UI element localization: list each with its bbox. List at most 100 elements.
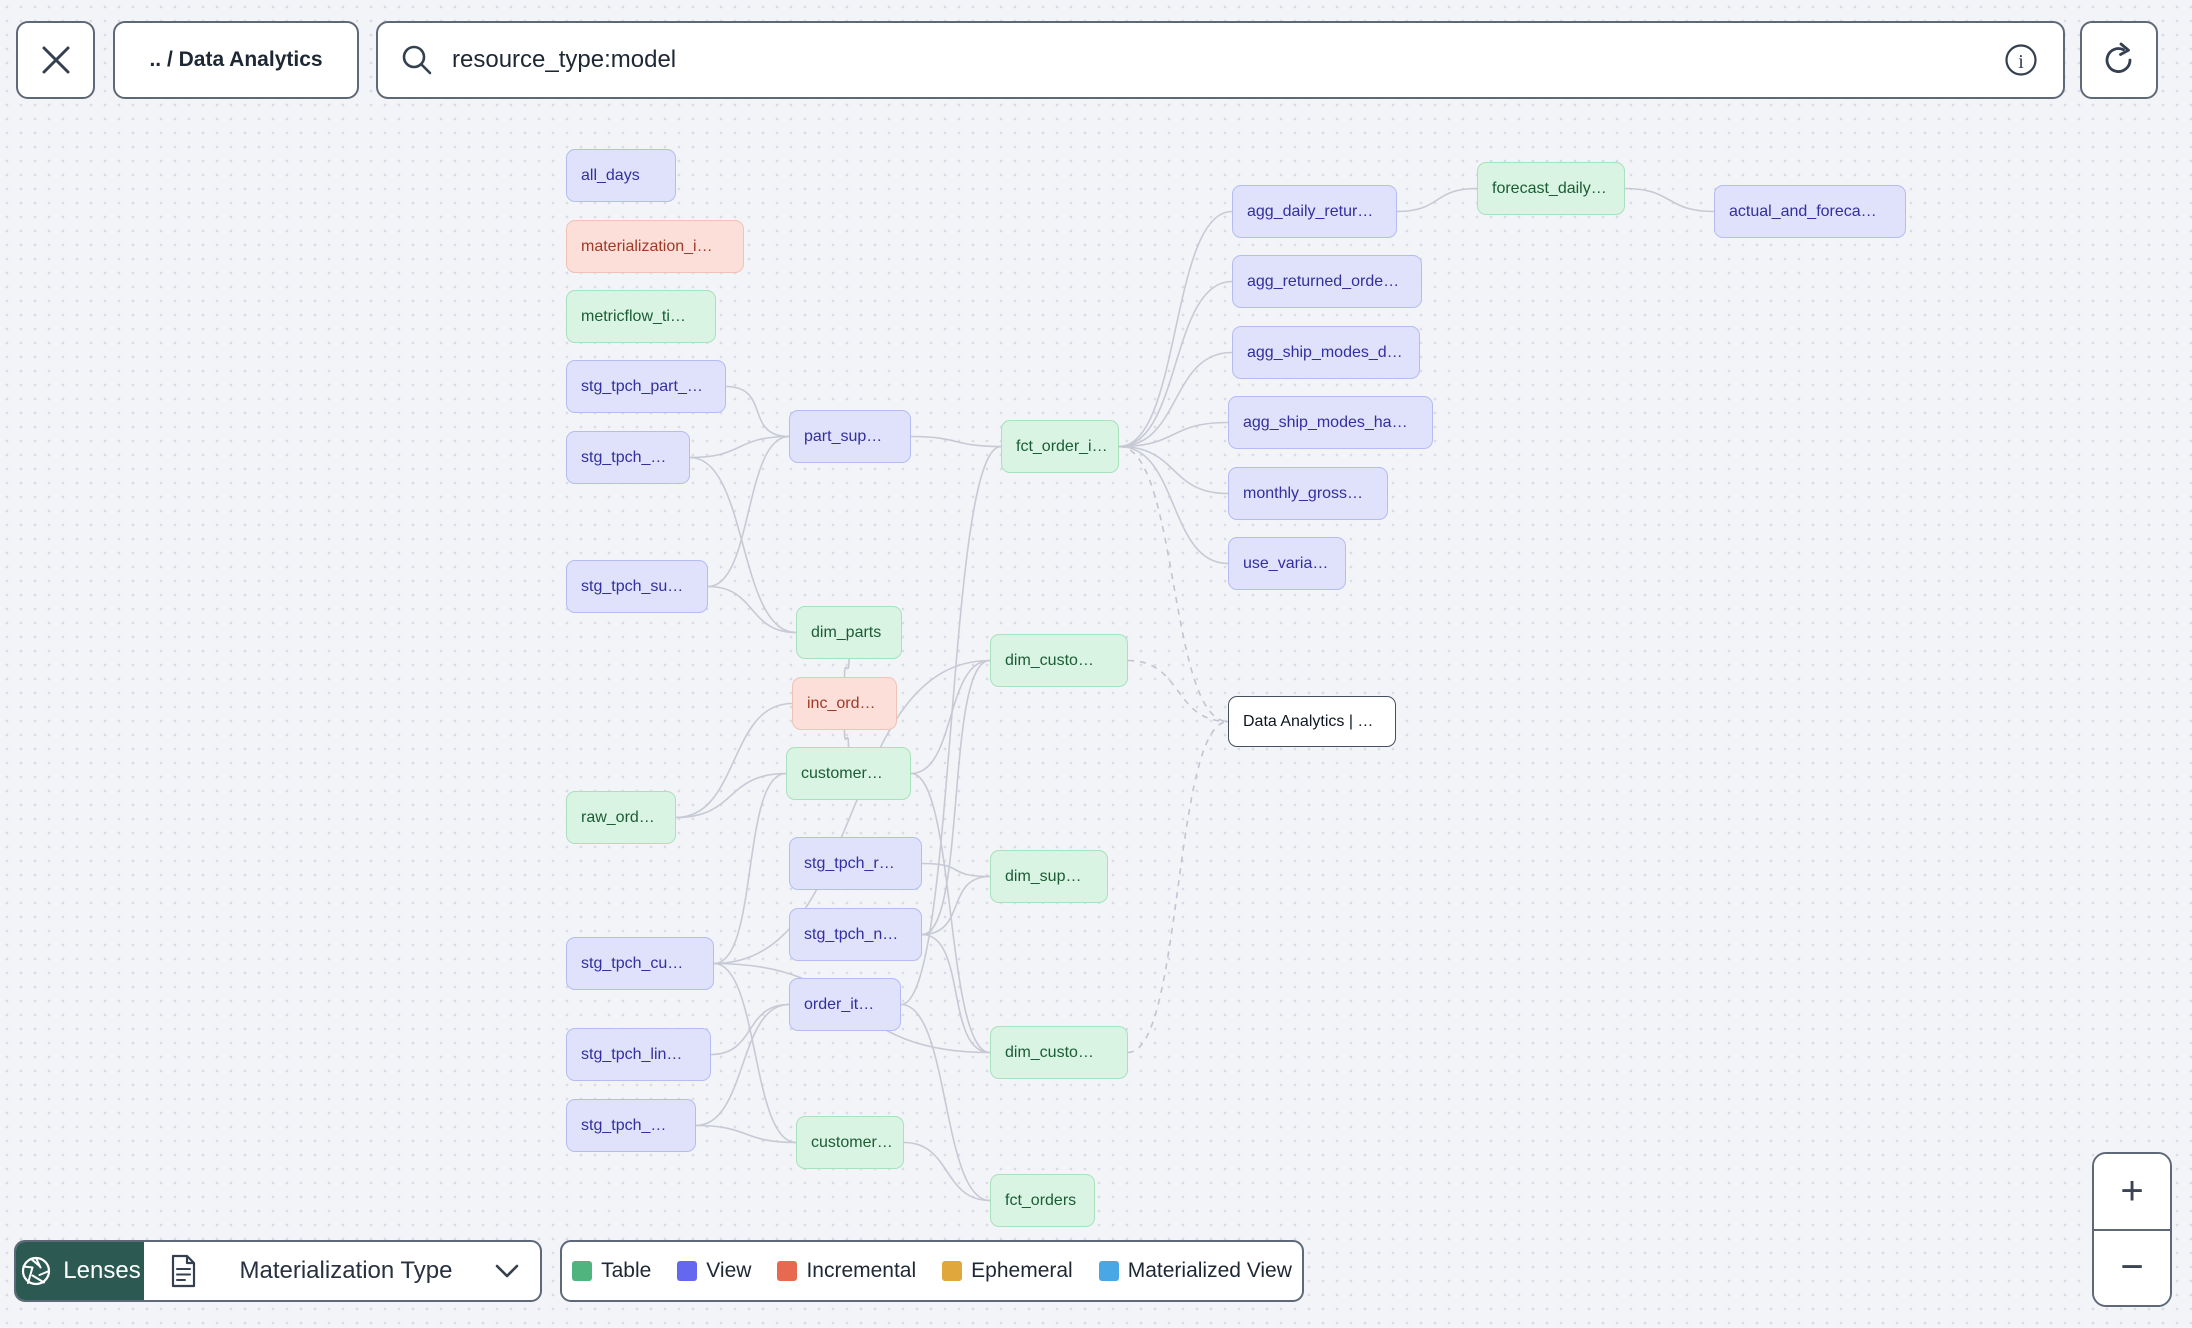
lenses-control: Lenses Materialization Type bbox=[14, 1240, 542, 1302]
graph-node-forecast_daily[interactable]: forecast_daily… bbox=[1477, 162, 1625, 215]
graph-node-stg_tpch_n[interactable]: stg_tpch_n… bbox=[789, 908, 922, 961]
legend-swatch bbox=[942, 1261, 963, 1281]
breadcrumb-label: .. / Data Analytics bbox=[149, 48, 323, 71]
zoom-controls: + − bbox=[2092, 1152, 2172, 1307]
graph-node-label: stg_tpch_… bbox=[581, 1116, 667, 1134]
legend-item-view: View bbox=[677, 1259, 751, 1283]
edge-stg_tpch_su-to-dim_parts bbox=[707, 585, 797, 634]
edge-stg_tpch_part-to-part_sup bbox=[725, 385, 790, 438]
info-icon[interactable]: i bbox=[2001, 40, 2041, 80]
edge-fct_order_i-to-agg_ship_ha bbox=[1118, 421, 1229, 448]
edge-stg_tpch_a-to-part_sup bbox=[689, 435, 790, 459]
graph-node-label: stg_tpch_cu… bbox=[581, 954, 684, 972]
graph-node-stg_tpch_r[interactable]: stg_tpch_r… bbox=[789, 837, 922, 890]
legend-label: Ephemeral bbox=[971, 1259, 1073, 1282]
legend-swatch bbox=[1098, 1261, 1119, 1281]
graph-node-label: customer… bbox=[811, 1133, 893, 1151]
graph-node-metricflow_ti[interactable]: metricflow_ti… bbox=[566, 290, 716, 343]
graph-node-stg_tpch_part[interactable]: stg_tpch_part_… bbox=[566, 360, 726, 413]
graph-node-label: Data Analytics | … bbox=[1243, 712, 1374, 730]
graph-node-raw_ord[interactable]: raw_ord… bbox=[566, 791, 676, 844]
graph-node-label: all_days bbox=[581, 166, 640, 184]
graph-node-label: order_it… bbox=[804, 995, 875, 1013]
graph-node-inc_ord[interactable]: inc_ord… bbox=[792, 677, 897, 730]
legend-swatch bbox=[572, 1261, 593, 1281]
graph-node-label: metricflow_ti… bbox=[581, 307, 686, 325]
graph-node-customer_mid[interactable]: customer… bbox=[786, 747, 911, 800]
graph-node-monthly_gross[interactable]: monthly_gross… bbox=[1228, 467, 1388, 520]
graph-node-stg_tpch_a[interactable]: stg_tpch_… bbox=[566, 431, 690, 484]
graph-node-stg_tpch_lin[interactable]: stg_tpch_lin… bbox=[566, 1028, 711, 1081]
graph-node-agg_ship_d[interactable]: agg_ship_modes_d… bbox=[1232, 326, 1420, 379]
edge-fct_order_i-to-agg_returned bbox=[1118, 280, 1233, 448]
chevron-down-icon bbox=[495, 1264, 519, 1278]
lens-selector-value: Materialization Type bbox=[239, 1257, 453, 1284]
legend-label: Table bbox=[601, 1259, 652, 1282]
graph-node-dim_custo_bot[interactable]: dim_custo… bbox=[990, 1026, 1128, 1079]
graph-node-label: stg_tpch_r… bbox=[804, 854, 895, 872]
edge-part_sup-to-fct_order_i bbox=[910, 435, 1002, 448]
zoom-out-button[interactable]: − bbox=[2094, 1230, 2170, 1305]
close-icon bbox=[42, 46, 69, 74]
graph-node-all_days[interactable]: all_days bbox=[566, 149, 676, 202]
graph-node-fct_order_i[interactable]: fct_order_i… bbox=[1001, 420, 1119, 473]
graph-node-materialization_i[interactable]: materialization_i… bbox=[566, 220, 744, 273]
graph-node-use_varia[interactable]: use_varia… bbox=[1228, 537, 1346, 590]
graph-node-label: inc_ord… bbox=[807, 694, 876, 712]
search-bar[interactable]: i bbox=[376, 21, 2065, 99]
close-button[interactable] bbox=[16, 21, 95, 99]
breadcrumb[interactable]: .. / Data Analytics bbox=[113, 21, 359, 99]
graph-node-label: customer… bbox=[801, 764, 883, 782]
graph-node-dim_parts[interactable]: dim_parts bbox=[796, 606, 902, 659]
graph-node-label: agg_returned_orde… bbox=[1247, 272, 1400, 290]
lineage-canvas[interactable]: all_days materialization_i… metricflow_ti…… bbox=[0, 0, 2192, 1328]
graph-node-label: stg_tpch_n… bbox=[804, 925, 899, 943]
edge-fct_order_i-to-agg_daily bbox=[1118, 210, 1233, 448]
edge-fct_order_i-to-data_analytics bbox=[1118, 445, 1229, 723]
legend-item-incremental: Incremental bbox=[777, 1259, 916, 1283]
graph-node-data_analytics[interactable]: Data Analytics | … bbox=[1228, 696, 1396, 747]
edge-raw_ord-to-inc_ord bbox=[675, 702, 793, 819]
aperture-icon bbox=[22, 1256, 51, 1286]
graph-node-agg_daily[interactable]: agg_daily_retur… bbox=[1232, 185, 1397, 238]
graph-node-label: materialization_i… bbox=[581, 237, 713, 255]
edge-agg_daily-to-forecast_daily bbox=[1396, 187, 1478, 213]
graph-node-label: dim_custo… bbox=[1005, 651, 1094, 669]
graph-node-label: agg_ship_modes_ha… bbox=[1243, 413, 1408, 431]
graph-node-label: fct_orders bbox=[1005, 1191, 1077, 1209]
search-input[interactable] bbox=[452, 46, 2001, 74]
graph-node-customer_bot[interactable]: customer… bbox=[796, 1116, 904, 1169]
legend-item-table: Table bbox=[572, 1259, 651, 1283]
lens-selector-dropdown[interactable]: Materialization Type bbox=[144, 1242, 540, 1300]
edge-stg_tpch_cu-to-customer_bot bbox=[713, 962, 797, 1144]
edge-inc_ord-to-customer_mid bbox=[843, 729, 850, 748]
graph-node-label: use_varia… bbox=[1243, 554, 1329, 572]
graph-node-order_it[interactable]: order_it… bbox=[789, 978, 901, 1031]
graph-node-stg_tpch_b[interactable]: stg_tpch_… bbox=[566, 1099, 696, 1152]
graph-node-dim_custo_top[interactable]: dim_custo… bbox=[990, 634, 1128, 687]
graph-node-label: agg_ship_modes_d… bbox=[1247, 343, 1403, 361]
graph-node-actual_and[interactable]: actual_and_foreca… bbox=[1714, 185, 1906, 238]
legend-swatch bbox=[777, 1261, 798, 1281]
lenses-label: Lenses bbox=[63, 1257, 141, 1284]
legend-label: Incremental bbox=[806, 1259, 917, 1282]
edge-customer_mid-to-dim_custo_bot bbox=[910, 772, 991, 1054]
graph-node-fct_orders[interactable]: fct_orders bbox=[990, 1174, 1095, 1227]
graph-node-label: forecast_daily… bbox=[1492, 179, 1607, 197]
graph-node-stg_tpch_cu[interactable]: stg_tpch_cu… bbox=[566, 937, 714, 990]
edge-customer_mid-to-dim_custo_top bbox=[910, 659, 991, 775]
graph-node-label: stg_tpch_part_… bbox=[581, 377, 703, 395]
lenses-button[interactable]: Lenses bbox=[16, 1242, 144, 1300]
graph-node-dim_sup[interactable]: dim_sup… bbox=[990, 850, 1108, 903]
graph-node-part_sup[interactable]: part_sup… bbox=[789, 410, 911, 463]
refresh-button[interactable] bbox=[2080, 21, 2158, 99]
graph-node-label: stg_tpch_su… bbox=[581, 577, 684, 595]
graph-node-agg_ship_ha[interactable]: agg_ship_modes_ha… bbox=[1228, 396, 1433, 449]
edge-customer_bot-to-fct_orders bbox=[903, 1141, 991, 1202]
refresh-icon bbox=[2105, 42, 2132, 73]
graph-node-label: monthly_gross… bbox=[1243, 484, 1364, 502]
graph-node-agg_returned[interactable]: agg_returned_orde… bbox=[1232, 255, 1422, 308]
edge-dim_custo_bot-to-data_analytics bbox=[1127, 720, 1229, 1054]
zoom-in-button[interactable]: + bbox=[2094, 1154, 2170, 1231]
graph-node-stg_tpch_su[interactable]: stg_tpch_su… bbox=[566, 560, 708, 613]
